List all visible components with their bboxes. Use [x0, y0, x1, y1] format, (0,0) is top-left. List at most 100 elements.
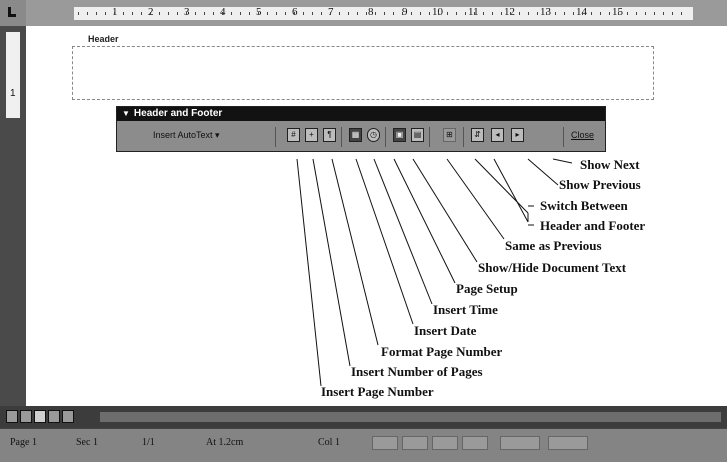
ruler-tick	[429, 12, 430, 15]
toolbar-separator	[341, 127, 342, 147]
status-bar: Page 1 Sec 1 1/1 At 1.2cm Col 1	[0, 428, 727, 462]
insert-page-number-icon[interactable]: #	[287, 128, 300, 142]
vertical-ruler[interactable]: 1	[0, 26, 26, 406]
ruler-tick	[267, 12, 268, 15]
ruler-tick	[510, 12, 511, 15]
callout-insert-date: Insert Date	[414, 323, 477, 338]
format-page-number-icon[interactable]: ¶	[323, 128, 336, 142]
toolbar-options-icon[interactable]: ▼	[122, 109, 130, 118]
ruler-tick	[375, 12, 376, 15]
vertical-ruler-number: 1	[10, 88, 16, 99]
ruler-tick	[663, 12, 664, 15]
ruler-tick	[123, 12, 124, 15]
status-ext-indicator[interactable]	[432, 436, 458, 450]
ruler-tick	[573, 12, 574, 15]
ruler-number: 8	[368, 6, 374, 18]
outline-view-button[interactable]	[48, 410, 60, 423]
ruler-tick	[366, 12, 367, 15]
ruler-tick	[105, 12, 106, 15]
ruler-tick	[213, 12, 214, 15]
callout-insert-number-of-pages: Insert Number of Pages	[351, 364, 483, 379]
ruler-tick	[627, 12, 628, 15]
header-area-label: Header	[88, 34, 119, 44]
ruler-tick	[456, 12, 457, 15]
ruler-tick	[582, 12, 583, 15]
ruler-tick	[222, 12, 223, 15]
ruler-tick	[186, 12, 187, 15]
normal-view-button[interactable]	[6, 410, 18, 423]
ruler-tick	[618, 12, 619, 15]
ruler-tick	[447, 12, 448, 15]
ruler-tick	[240, 12, 241, 15]
ruler-tick	[474, 12, 475, 15]
ruler-tick	[114, 12, 115, 15]
insert-number-of-pages-icon[interactable]: +	[305, 128, 318, 142]
callout-switch-between: Switch Between	[540, 198, 628, 213]
ruler-tick	[294, 12, 295, 15]
ruler-tick	[321, 12, 322, 15]
toolbar-separator	[275, 127, 276, 147]
switch-between-header-footer-icon[interactable]: ⇵	[471, 128, 484, 142]
show-next-icon[interactable]: ▸	[511, 128, 524, 142]
document-page[interactable]: Header	[26, 26, 727, 406]
status-trk-indicator[interactable]	[402, 436, 428, 450]
ruler-tick	[357, 12, 358, 15]
show-previous-icon[interactable]: ◂	[491, 128, 504, 142]
same-as-previous-icon[interactable]: ⊞	[443, 128, 456, 142]
ruler-tick	[168, 12, 169, 15]
insert-autotext-button[interactable]: Insert AutoText ▾	[153, 130, 220, 141]
show-hide-document-text-icon[interactable]: ▤	[411, 128, 424, 142]
status-column: Col 1	[318, 437, 340, 448]
ruler-tick	[249, 12, 250, 15]
insert-time-icon[interactable]: ◷	[367, 128, 380, 142]
vertical-ruler-text-area	[6, 32, 20, 118]
close-toolbar-button[interactable]: Close	[571, 130, 594, 140]
ruler-tick	[519, 12, 520, 15]
status-rec-indicator[interactable]	[372, 436, 398, 450]
status-spelling-indicator[interactable]	[548, 436, 588, 450]
ruler-tick	[420, 12, 421, 15]
insert-date-icon[interactable]: ▦	[349, 128, 362, 142]
ruler-tick	[339, 12, 340, 15]
status-language-indicator[interactable]	[500, 436, 540, 450]
ruler-tick	[465, 12, 466, 15]
horizontal-scrollbar[interactable]	[100, 412, 721, 422]
left-tab-icon	[8, 7, 16, 17]
web-layout-view-button[interactable]	[20, 410, 32, 423]
toolbar-separator	[563, 127, 564, 147]
scroll-left-button[interactable]	[62, 410, 74, 423]
callout-header-and-footer: Header and Footer	[540, 218, 646, 233]
page-setup-icon[interactable]: ▣	[393, 128, 406, 142]
ruler-tick	[492, 12, 493, 15]
ruler-tick	[204, 12, 205, 15]
ruler-tick	[312, 12, 313, 15]
ruler-tick	[483, 12, 484, 15]
ruler-tick	[438, 12, 439, 15]
ruler-tick	[78, 12, 79, 15]
print-layout-view-button[interactable]	[34, 410, 46, 423]
toolbar-separator	[429, 127, 430, 147]
callout-show-previous: Show Previous	[559, 177, 641, 192]
ruler-tick	[141, 12, 142, 15]
ruler-tick	[609, 12, 610, 15]
ruler-tick	[636, 12, 637, 15]
toolbar-title-bar[interactable]: ▼ Header and Footer	[117, 107, 605, 121]
ruler-tick	[393, 12, 394, 15]
ruler-tick	[501, 12, 502, 15]
ruler-tick	[402, 12, 403, 15]
ruler-tick	[177, 12, 178, 15]
status-position: At 1.2cm	[206, 437, 244, 448]
ruler-tick	[672, 12, 673, 15]
header-edit-area[interactable]	[72, 46, 654, 100]
status-ovr-indicator[interactable]	[462, 436, 488, 450]
ruler-tick	[411, 12, 412, 15]
status-page: Page 1	[10, 437, 37, 448]
callout-insert-page-number: Insert Page Number	[321, 384, 434, 399]
ruler-tick	[591, 12, 592, 15]
ruler-tick	[303, 12, 304, 15]
ruler-tick	[330, 12, 331, 15]
horizontal-ruler[interactable]: 1 2 3 4 5 6 7 8 9 10 11 12 13 14 15	[26, 0, 727, 27]
tab-selector[interactable]	[0, 0, 27, 26]
ruler-tick	[600, 12, 601, 15]
ruler-tick	[258, 12, 259, 15]
